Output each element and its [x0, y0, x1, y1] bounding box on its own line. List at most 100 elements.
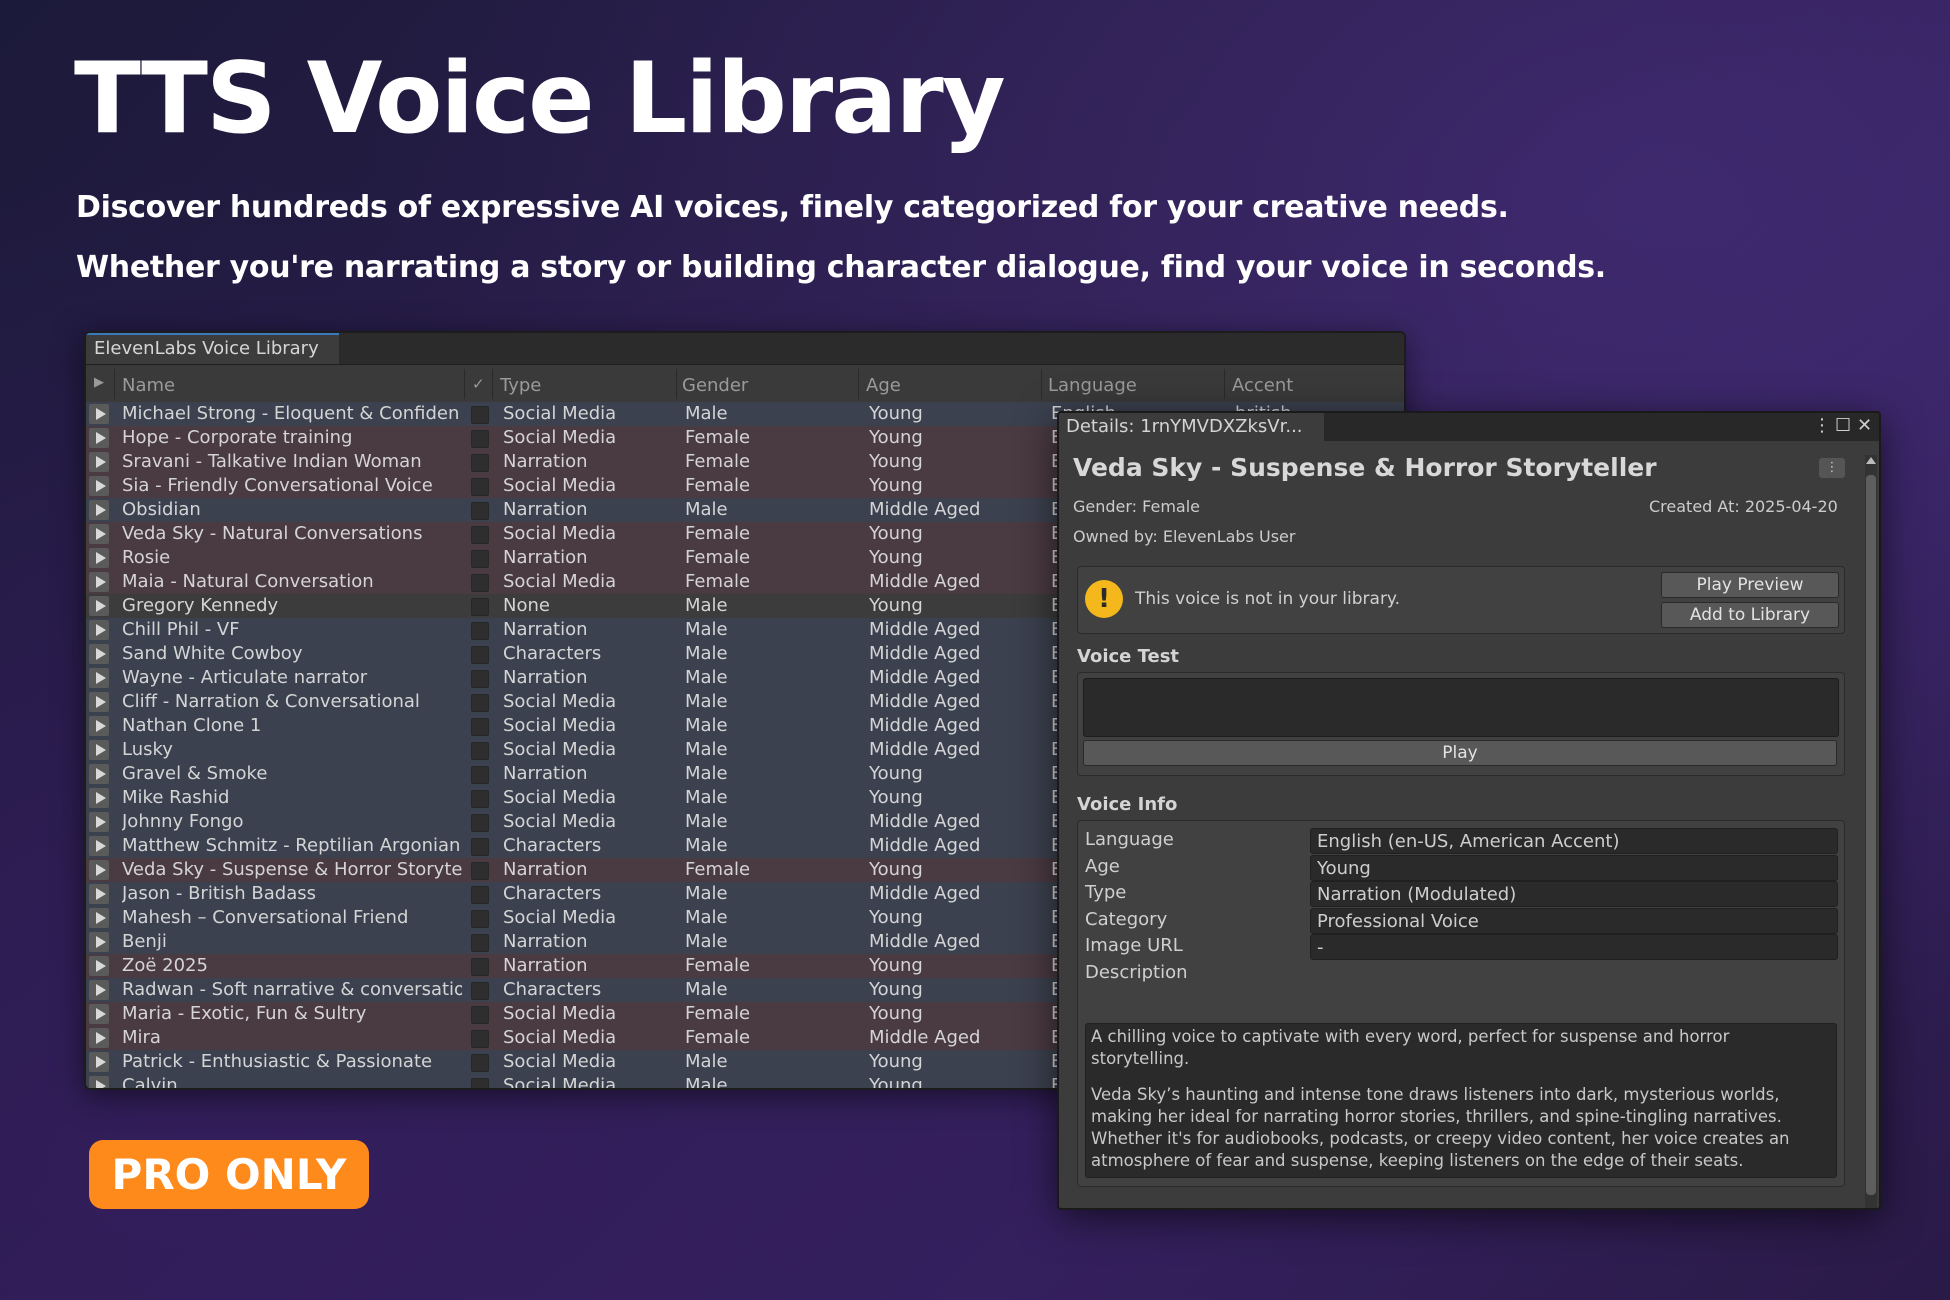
in-library-checkbox[interactable] — [471, 574, 489, 592]
play-voice-icon[interactable] — [89, 836, 109, 856]
play-voice-icon[interactable] — [89, 572, 109, 592]
in-library-checkbox[interactable] — [471, 526, 489, 544]
play-voice-icon[interactable] — [89, 644, 109, 664]
play-voice-icon[interactable] — [89, 980, 109, 1000]
in-library-checkbox[interactable] — [471, 1006, 489, 1024]
voice-age: Young — [869, 979, 923, 1000]
voice-name: Hope - Corporate training — [122, 427, 353, 448]
in-library-checkbox[interactable] — [471, 622, 489, 640]
in-library-checkbox[interactable] — [471, 814, 489, 832]
play-voice-icon[interactable] — [89, 884, 109, 904]
in-library-checkbox[interactable] — [471, 934, 489, 952]
close-icon[interactable]: ✕ — [1857, 415, 1872, 436]
in-library-checkbox[interactable] — [471, 862, 489, 880]
in-library-checkbox[interactable] — [471, 766, 489, 784]
in-library-checkbox[interactable] — [471, 646, 489, 664]
voice-options-button[interactable]: ⋮ — [1819, 458, 1845, 478]
in-library-checkbox[interactable] — [471, 670, 489, 688]
in-library-checkbox[interactable] — [471, 406, 489, 424]
voice-age: Young — [869, 955, 923, 976]
scroll-thumb[interactable] — [1866, 475, 1876, 1195]
image-url-field[interactable]: - — [1310, 934, 1838, 960]
column-header-age[interactable]: Age — [866, 375, 901, 396]
play-voice-icon[interactable] — [89, 404, 109, 424]
expand-all-icon[interactable]: ▶ — [94, 375, 104, 390]
in-library-checkbox[interactable] — [471, 454, 489, 472]
in-library-checkbox[interactable] — [471, 430, 489, 448]
in-library-checkbox[interactable] — [471, 886, 489, 904]
play-voice-icon[interactable] — [89, 956, 109, 976]
play-voice-icon[interactable] — [89, 500, 109, 520]
play-voice-icon[interactable] — [89, 668, 109, 688]
age-field[interactable]: Young — [1310, 855, 1838, 881]
in-library-checkbox[interactable] — [471, 1078, 489, 1088]
details-tab[interactable]: Details: 1rnYMVDXZksVr... — [1059, 413, 1324, 441]
column-header-gender[interactable]: Gender — [682, 375, 748, 396]
in-library-checkbox[interactable] — [471, 838, 489, 856]
in-library-checkbox[interactable] — [471, 598, 489, 616]
voice-name: Zoë 2025 — [122, 955, 208, 976]
column-header-type[interactable]: Type — [500, 375, 541, 396]
window-menu-icon[interactable]: ⋮ — [1813, 415, 1831, 436]
in-library-checkbox[interactable] — [471, 1054, 489, 1072]
play-voice-icon[interactable] — [89, 788, 109, 808]
play-voice-icon[interactable] — [89, 932, 109, 952]
scroll-up-icon[interactable] — [1866, 457, 1876, 464]
voice-age: Young — [869, 907, 923, 928]
column-header-accent[interactable]: Accent — [1232, 375, 1293, 396]
play-voice-icon[interactable] — [89, 908, 109, 928]
in-library-checkbox[interactable] — [471, 982, 489, 1000]
voice-gender: Female — [685, 859, 751, 880]
in-library-checkbox[interactable] — [471, 550, 489, 568]
play-voice-icon[interactable] — [89, 524, 109, 544]
column-header-name[interactable]: Name — [122, 375, 175, 396]
play-voice-icon[interactable] — [89, 596, 109, 616]
library-tab[interactable]: ElevenLabs Voice Library — [86, 333, 339, 364]
in-library-checkbox[interactable] — [471, 694, 489, 712]
play-button[interactable]: Play — [1083, 740, 1837, 766]
voice-test-label: Voice Test — [1077, 646, 1180, 667]
play-voice-icon[interactable] — [89, 620, 109, 640]
voice-type: Social Media — [503, 691, 617, 712]
voice-gender: Male — [685, 691, 728, 712]
add-to-library-button[interactable]: Add to Library — [1661, 602, 1839, 628]
category-field[interactable]: Professional Voice — [1310, 908, 1838, 934]
play-preview-button[interactable]: Play Preview — [1661, 572, 1839, 598]
library-table-header: ▶ Name ✓ Type Gender Age Language Accent — [86, 365, 1404, 404]
play-voice-icon[interactable] — [89, 1004, 109, 1024]
maximize-icon[interactable]: ☐ — [1835, 415, 1851, 436]
in-library-checkbox[interactable] — [471, 718, 489, 736]
play-voice-icon[interactable] — [89, 1052, 109, 1072]
voice-type: Social Media — [503, 403, 617, 424]
type-field[interactable]: Narration (Modulated) — [1310, 881, 1838, 907]
play-voice-icon[interactable] — [89, 428, 109, 448]
in-library-checkbox[interactable] — [471, 742, 489, 760]
play-voice-icon[interactable] — [89, 1076, 109, 1088]
voice-type: Narration — [503, 451, 588, 472]
play-voice-icon[interactable] — [89, 716, 109, 736]
play-voice-icon[interactable] — [89, 812, 109, 832]
in-library-checkbox[interactable] — [471, 790, 489, 808]
voice-name: Nathan Clone 1 — [122, 715, 262, 736]
play-voice-icon[interactable] — [89, 1028, 109, 1048]
play-voice-icon[interactable] — [89, 860, 109, 880]
play-voice-icon[interactable] — [89, 764, 109, 784]
voice-test-input[interactable] — [1083, 678, 1839, 737]
voice-gender: Male — [685, 811, 728, 832]
voice-gender: Male — [685, 667, 728, 688]
language-field[interactable]: English (en-US, American Accent) — [1310, 828, 1838, 854]
play-voice-icon[interactable] — [89, 452, 109, 472]
in-library-checkbox[interactable] — [471, 910, 489, 928]
age-label: Age — [1085, 856, 1120, 877]
play-voice-icon[interactable] — [89, 476, 109, 496]
column-header-language[interactable]: Language — [1048, 375, 1137, 396]
column-header-check-icon[interactable]: ✓ — [472, 375, 485, 393]
in-library-checkbox[interactable] — [471, 478, 489, 496]
in-library-checkbox[interactable] — [471, 502, 489, 520]
play-voice-icon[interactable] — [89, 692, 109, 712]
play-voice-icon[interactable] — [89, 740, 109, 760]
description-field[interactable]: A chilling voice to captivate with every… — [1085, 1023, 1837, 1178]
in-library-checkbox[interactable] — [471, 958, 489, 976]
in-library-checkbox[interactable] — [471, 1030, 489, 1048]
play-voice-icon[interactable] — [89, 548, 109, 568]
